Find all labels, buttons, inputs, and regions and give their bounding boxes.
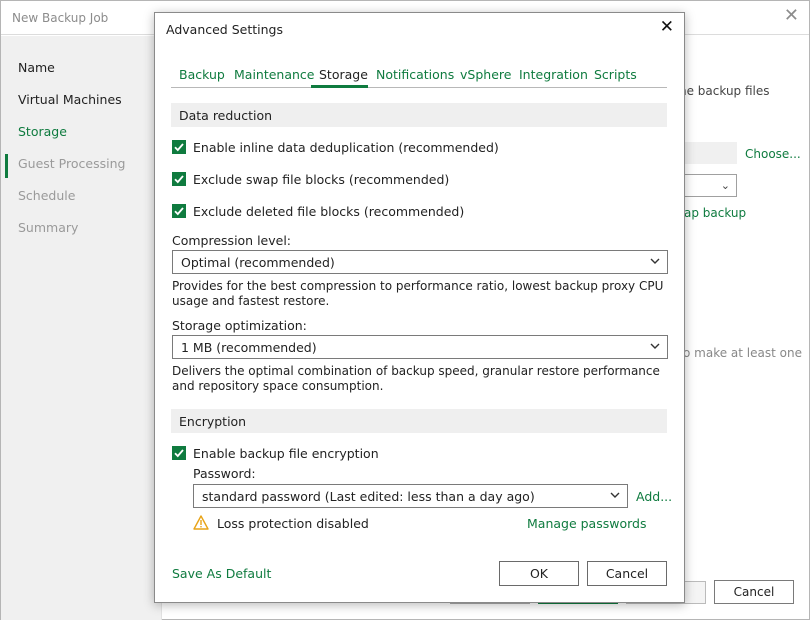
loss-protection-warning: Loss protection disabled <box>217 516 369 531</box>
step-summary: Summary <box>18 220 79 235</box>
deleted-blocks-label: Exclude deleted file blocks (recommended… <box>193 204 465 219</box>
swap-label: Exclude swap file blocks (recommended) <box>193 172 450 187</box>
dedup-label: Enable inline data deduplication (recomm… <box>193 140 499 155</box>
deleted-blocks-checkbox[interactable] <box>172 204 186 218</box>
step-virtual-machines[interactable]: Virtual Machines <box>18 92 122 107</box>
settings-tabs: Backup Maintenance Storage Notifications… <box>171 67 667 88</box>
tab-scripts[interactable]: Scripts <box>594 67 637 82</box>
wizard-title: New Backup Job <box>12 11 109 25</box>
bg-partial-text-backup-files: ne backup files <box>679 84 770 98</box>
tab-storage[interactable]: Storage <box>319 67 368 82</box>
compression-description: Provides for the best compression to per… <box>172 279 664 308</box>
save-as-default-link[interactable]: Save As Default <box>172 566 271 581</box>
password-select[interactable]: standard password (Last edited: less tha… <box>193 484 628 508</box>
tab-vsphere[interactable]: vSphere <box>460 67 511 82</box>
step-schedule: Schedule <box>18 188 76 203</box>
bg-partial-backup-link[interactable]: ap backup <box>684 206 746 220</box>
chevron-down-icon: ⌄ <box>720 179 730 192</box>
password-label: Password: <box>193 466 256 481</box>
advanced-settings-dialog: Advanced Settings ✕ Backup Maintenance S… <box>154 12 685 603</box>
swap-checkbox[interactable] <box>172 172 186 186</box>
dedup-checkbox[interactable] <box>172 140 186 154</box>
step-guest-processing: Guest Processing <box>18 156 126 171</box>
bg-repository-field[interactable] <box>684 142 737 164</box>
step-name[interactable]: Name <box>18 60 55 75</box>
chevron-down-icon <box>650 343 660 349</box>
optimization-label: Storage optimization: <box>172 318 307 333</box>
encryption-header: Encryption <box>171 409 667 433</box>
checkmark-icon <box>174 207 184 216</box>
current-step-marker <box>5 154 8 178</box>
checkmark-icon <box>174 449 184 458</box>
optimization-value: 1 MB (recommended) <box>181 340 317 355</box>
active-tab-indicator <box>311 85 368 88</box>
encryption-checkbox[interactable] <box>172 446 186 460</box>
checkmark-icon <box>174 143 184 152</box>
encryption-title: Encryption <box>179 414 247 429</box>
dialog-title: Advanced Settings <box>166 22 283 37</box>
compression-select[interactable]: Optimal (recommended) <box>172 250 668 274</box>
tab-notifications[interactable]: Notifications <box>376 67 454 82</box>
choose-link[interactable]: Choose... <box>745 147 801 161</box>
checkmark-icon <box>174 175 184 184</box>
step-storage[interactable]: Storage <box>18 124 67 139</box>
data-reduction-title: Data reduction <box>179 108 273 123</box>
wizard-cancel-button[interactable]: Cancel <box>714 580 794 604</box>
manage-passwords-link[interactable]: Manage passwords <box>527 516 646 531</box>
optimization-select[interactable]: 1 MB (recommended) <box>172 335 668 359</box>
compression-label: Compression level: <box>172 233 292 248</box>
ok-button[interactable]: OK <box>499 561 579 586</box>
wizard-close-icon[interactable]: ✕ <box>784 7 799 25</box>
close-icon[interactable]: ✕ <box>660 17 674 37</box>
data-reduction-header: Data reduction <box>171 103 667 127</box>
tab-integration[interactable]: Integration <box>519 67 588 82</box>
add-password-link[interactable]: Add... <box>636 489 672 504</box>
chevron-down-icon <box>650 258 660 264</box>
encryption-label: Enable backup file encryption <box>193 446 379 461</box>
cancel-button[interactable]: Cancel <box>587 561 667 586</box>
tab-maintenance[interactable]: Maintenance <box>234 67 315 82</box>
password-value: standard password (Last edited: less tha… <box>202 489 535 504</box>
optimization-description: Delivers the optimal combination of back… <box>172 364 660 393</box>
bg-dropdown[interactable]: ⌄ <box>684 174 737 197</box>
tab-backup[interactable]: Backup <box>179 67 225 82</box>
bg-partial-text-make: o make at least one <box>683 346 802 360</box>
compression-value: Optimal (recommended) <box>181 255 335 270</box>
warning-icon <box>193 515 209 530</box>
chevron-down-icon <box>610 492 620 498</box>
